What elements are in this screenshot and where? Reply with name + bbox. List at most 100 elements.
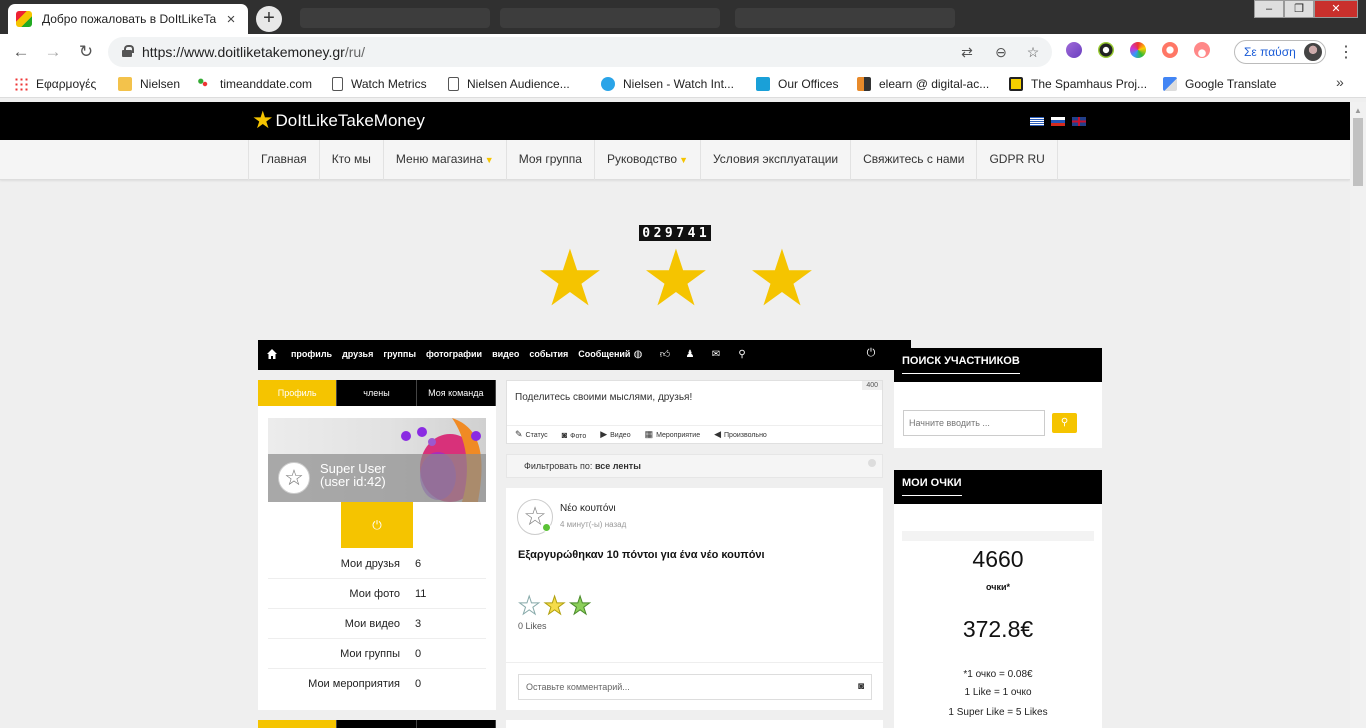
scroll-thumb[interactable] (1353, 118, 1363, 186)
stat-events[interactable]: Мои мероприятия 0 (268, 669, 486, 699)
scroll-up-icon[interactable]: ▲ (1354, 106, 1362, 115)
post-title[interactable]: Νέο κουπόνι (560, 503, 616, 514)
menu-item-gdpr[interactable]: GDPR RU (976, 140, 1058, 180)
bookmark-spamhaus[interactable]: The Spamhaus Proj... (1009, 76, 1147, 92)
bookmark-timeanddate[interactable]: timeanddate.com (198, 76, 312, 92)
envelope-icon[interactable]: ✉ (709, 348, 723, 362)
menu-item-contact[interactable]: Свяжитесь с нами (850, 140, 976, 180)
translate-page-icon[interactable]: ⇄ (958, 43, 976, 61)
menu-item-my-group[interactable]: Моя группа (505, 140, 594, 180)
action-video[interactable]: ▶ Видео (600, 429, 630, 440)
nav-videos[interactable]: видео (492, 349, 519, 359)
bookmark-watch-metrics[interactable]: Watch Metrics (332, 76, 427, 92)
stat-videos[interactable]: Мои видео 3 (268, 609, 486, 639)
active-tab[interactable]: Добро пожаловать в DoItLikeTa × (8, 4, 248, 34)
elearn-icon (857, 77, 871, 91)
extension-feather-icon[interactable] (1066, 42, 1082, 58)
english-flag-icon[interactable] (1072, 117, 1086, 126)
camera-icon[interactable]: ◙ (858, 675, 864, 699)
address-bar[interactable]: https://www.doitliketakemoney.gr/ru/ ⇄ ⊖… (108, 37, 1052, 67)
lock-icon[interactable] (122, 45, 134, 57)
zoom-icon[interactable]: ⊖ (992, 43, 1010, 61)
mega-like-star-icon[interactable]: ★ (568, 593, 591, 619)
background-tab[interactable] (735, 8, 955, 28)
feed-filter[interactable]: Фильтровать по: все ленты (506, 454, 883, 478)
bookmark-star-icon[interactable]: ☆ (1024, 43, 1042, 61)
back-arrow-icon[interactable]: ← (10, 42, 32, 62)
comment-area: Оставьте комментарий... ◙ (506, 662, 883, 710)
bookmark-google-translate[interactable]: Google Translate (1163, 76, 1276, 92)
page-scrollbar[interactable]: ▲ (1350, 102, 1366, 728)
tab-members[interactable]: члены (337, 380, 417, 406)
bookmark-our-offices[interactable]: Our Offices (756, 76, 838, 92)
bookmark-elearn[interactable]: elearn @ digital-ac... (857, 76, 989, 92)
nav-photos[interactable]: фотографии (426, 349, 482, 359)
background-tab[interactable] (500, 8, 720, 28)
nav-events[interactable]: события (529, 349, 568, 359)
tab-profile[interactable]: Профиль (258, 380, 338, 406)
stat-groups[interactable]: Мои группы 0 (268, 639, 486, 669)
action-event[interactable]: ▦ Мероприятие (645, 429, 701, 440)
background-tab[interactable] (300, 8, 490, 28)
points-divider (902, 531, 1094, 541)
chevron-down-icon: ▼ (679, 155, 688, 165)
profile-paused-button[interactable]: Σε παύση (1234, 40, 1326, 64)
member-search-input[interactable] (903, 410, 1045, 436)
search-icon[interactable]: ⚲ (735, 348, 749, 362)
stat-photos[interactable]: Мои фото 11 (268, 579, 486, 609)
bookmark-nielsen-watch[interactable]: Nielsen - Watch Int... (601, 76, 734, 92)
member-search-button[interactable]: ⚲ (1052, 413, 1077, 433)
minimize-icon[interactable]: – (1254, 0, 1284, 18)
super-like-star-icon[interactable]: ★ (543, 593, 566, 619)
status-composer[interactable]: Поделитесь своими мыслями, друзья! 400 ✎… (506, 380, 883, 444)
russian-flag-icon[interactable] (1051, 117, 1065, 126)
nav-profile[interactable]: профиль (291, 349, 332, 359)
menu-item-guide[interactable]: Руководство ▼ (593, 140, 700, 180)
site-logo[interactable]: ★ DoItLikeTakeMoney (252, 109, 425, 133)
globe-icon[interactable]: ◍ (631, 348, 645, 362)
home-icon[interactable] (266, 348, 278, 360)
greek-flag-icon[interactable] (1030, 117, 1044, 126)
url-text[interactable]: https://www.doitliketakemoney.gr/ru/ (142, 44, 365, 60)
stat-friends[interactable]: Мои друзья 6 (268, 549, 486, 579)
nav-friends[interactable]: друзья (342, 349, 373, 359)
forward-arrow-icon[interactable]: → (42, 42, 64, 62)
thumbs-up-icon[interactable]: 👍︎ (658, 348, 672, 362)
like-count[interactable]: 0 Likes (518, 621, 547, 631)
extension-color-icon[interactable] (1130, 42, 1146, 58)
menu-item-about[interactable]: Кто мы (318, 140, 383, 180)
comment-input[interactable]: Оставьте комментарий... ◙ (518, 674, 872, 700)
user-icon[interactable]: ♟ (683, 348, 697, 362)
extension-face-icon[interactable] (1194, 42, 1210, 58)
nav-groups[interactable]: группы (383, 349, 416, 359)
reload-icon[interactable]: ↻ (75, 42, 97, 62)
close-tab-icon[interactable]: × (222, 11, 240, 28)
window-close-icon[interactable]: ✕ (1314, 0, 1358, 18)
extension-circle-icon[interactable] (1098, 42, 1114, 58)
rate-super-like: 1 Super Like = 5 Likes (948, 707, 1048, 718)
composer-placeholder[interactable]: Поделитесь своими мыслями, друзья! (515, 392, 692, 403)
action-photo[interactable]: ◙ Фото (562, 430, 587, 440)
profile-power-button[interactable]: ⏻ (341, 502, 413, 548)
bookmarks-overflow-icon[interactable]: » (1336, 74, 1344, 90)
action-custom[interactable]: ◀ Произвольно (714, 429, 767, 440)
nav-messages[interactable]: Сообщений (578, 349, 630, 359)
menu-item-shop[interactable]: Меню магазина ▼ (382, 140, 506, 180)
filter-settings-icon[interactable] (868, 459, 876, 467)
bookmark-nielsen-audience[interactable]: Nielsen Audience... (448, 76, 570, 92)
like-star-icon[interactable]: ★ (517, 593, 540, 619)
extension-arrow-icon[interactable] (1162, 42, 1178, 58)
bookmark-apps[interactable]: Εφαρμογές (14, 76, 96, 92)
user-avatar-star-icon[interactable]: ☆ (278, 462, 310, 494)
maximize-icon[interactable]: ❐ (1284, 0, 1314, 18)
menu-item-terms[interactable]: Условия эксплуатации (699, 140, 850, 180)
action-status[interactable]: ✎ Статус (515, 429, 548, 440)
new-tab-button[interactable]: + (256, 6, 282, 32)
browser-menu-icon[interactable]: ⋮ (1338, 42, 1354, 62)
menu-item-home[interactable]: Главная (248, 140, 319, 180)
profile-user-name[interactable]: Super User (user id:42) (320, 462, 386, 488)
logout-power-icon[interactable]: ⏻ (864, 347, 878, 361)
bookmark-nielsen[interactable]: Nielsen (118, 76, 180, 92)
menu-list: Главная Кто мы Меню магазина ▼ Моя группа… (248, 140, 1058, 180)
tab-my-team[interactable]: Моя команда (416, 380, 496, 406)
